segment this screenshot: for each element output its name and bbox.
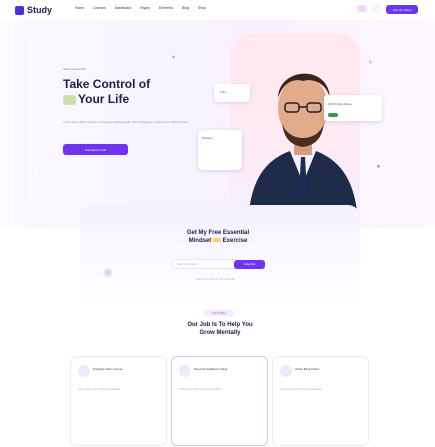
service-title: Personal Healthcare Class <box>194 367 228 371</box>
services-title-line1: Our Job Is To Help You <box>187 322 253 328</box>
schedule-call-button[interactable]: Schedule A Call <box>63 144 128 155</box>
service-description: Lorem ipsum dolor sit amet consectetur. <box>179 388 222 391</box>
newsletter-title: Get My Free Essential Mindset Exercise <box>143 229 293 245</box>
reviewers-text: Reviews <box>202 136 213 140</box>
services-title: Our Job Is To Help You Grow Mentally <box>145 321 295 337</box>
service-card[interactable]: Positivity Online Course Lorem ipsum dol… <box>70 356 167 446</box>
services-badge: Our Practice <box>204 310 234 316</box>
dots-pattern: ⋮⋮⋮⋮ <box>30 168 54 174</box>
service-card[interactable]: Online Book Library Lorem ipsum dolor si… <box>272 356 369 446</box>
sparkle-icon: ✦ <box>171 55 177 61</box>
menu-item-elements[interactable]: Elements <box>159 6 173 10</box>
rating-badge <box>328 113 338 117</box>
highlight-icon <box>212 238 221 243</box>
email-input[interactable]: Enter Your Email <box>172 259 238 269</box>
stats-card: 2.4k+ <box>214 84 250 102</box>
service-description: Lorem ipsum dolor sit amet consectetur. <box>78 388 121 391</box>
user-icon[interactable] <box>373 5 380 12</box>
logo-icon <box>15 5 24 15</box>
newsletter-title-line1: Get My Free Essential <box>186 230 250 236</box>
hero-title-line1: Take Control of <box>63 77 151 91</box>
newsletter-note: I want to subscribe to your mailing list <box>195 278 235 281</box>
hero-tag: Talk a Life Coach <box>63 67 87 71</box>
coach-photo <box>248 73 358 223</box>
join-button[interactable]: Join Us Today <box>386 5 418 14</box>
library-icon <box>280 365 292 377</box>
service-title: Positivity Online Course <box>93 367 123 371</box>
subscribe-button[interactable]: Subscribe <box>234 260 265 269</box>
leaf-icon <box>63 94 76 105</box>
newsletter-title-word2: Exercise <box>222 238 248 244</box>
hero-section <box>0 20 435 228</box>
cart-icon[interactable] <box>357 5 367 12</box>
hero-description: Lorem ipsum dolor sit amet, consectetur … <box>63 120 189 124</box>
brand-logo[interactable]: Study <box>15 5 52 15</box>
service-title: Online Book Library <box>295 367 320 371</box>
services-title-line2: Grow Mentally <box>199 330 241 336</box>
review-card: 100% Positive Review <box>324 95 382 121</box>
heart-icon: ♥ <box>377 164 380 170</box>
menu-item-home[interactable]: Home <box>75 6 84 10</box>
top-navbar: Study Home Courses Dashboard Pages Eleme… <box>0 0 435 20</box>
newsletter-section <box>80 205 360 305</box>
hero-title: Take Control of Your Life <box>63 77 183 107</box>
brain-icon: ✺ <box>103 266 114 280</box>
service-card[interactable]: Personal Healthcare Class Lorem ipsum do… <box>171 356 268 446</box>
brand-name: Study <box>27 5 53 15</box>
healthcare-icon <box>179 365 191 377</box>
menu-item-shop[interactable]: Shop <box>198 6 206 10</box>
newsletter-title-word1: Mindset <box>188 238 212 244</box>
menu-item-courses[interactable]: Courses <box>93 6 106 10</box>
reviewers-card: Reviews <box>198 130 242 170</box>
main-menu: Home Courses Dashboard Pages Elements Bl… <box>75 6 206 10</box>
menu-item-pages[interactable]: Pages <box>140 6 150 10</box>
sparkle-icon: ✧ <box>367 58 374 67</box>
menu-item-blog[interactable]: Blog <box>182 6 189 10</box>
menu-item-dashboard[interactable]: Dashboard <box>115 6 132 10</box>
decorative-divider <box>25 40 26 200</box>
course-icon <box>78 365 90 377</box>
stats-value: 2.4k+ <box>220 91 227 94</box>
review-text: 100% Positive Review <box>328 103 352 106</box>
hero-title-line2: Your Life <box>78 92 130 106</box>
service-description: Lorem ipsum dolor sit amet consectetur. <box>280 388 323 391</box>
